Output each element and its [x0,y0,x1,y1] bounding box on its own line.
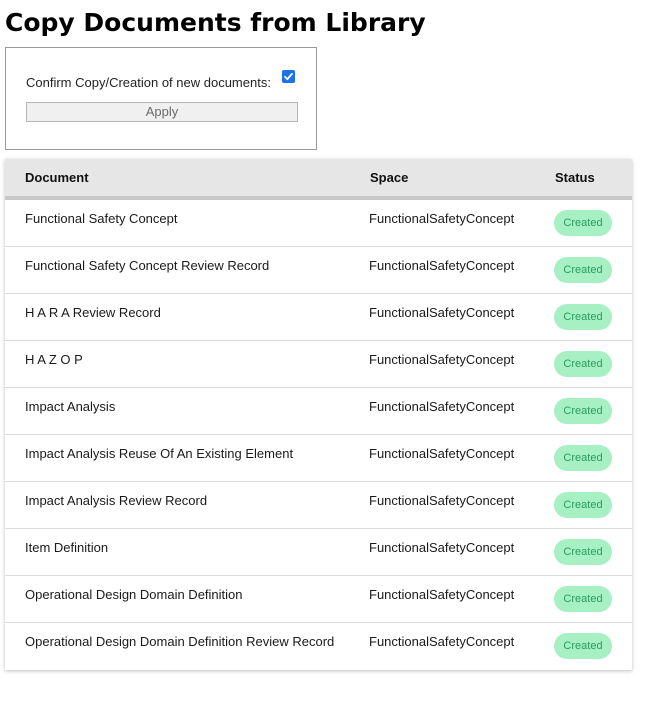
space-name: FunctionalSafetyConcept [369,352,515,367]
status-badge: Created [554,210,612,236]
status-badge: Created [554,445,612,471]
status-badge: Created [554,492,612,518]
document-name: Impact Analysis [25,399,116,414]
space-name: FunctionalSafetyConcept [369,399,515,414]
confirm-panel: Confirm Copy/Creation of new documents: … [5,47,317,150]
space-name: FunctionalSafetyConcept [369,493,515,508]
table-row[interactable]: Impact Analysis FunctionalSafetyConcept … [5,388,632,435]
space-name: FunctionalSafetyConcept [369,446,515,461]
space-name: FunctionalSafetyConcept [369,258,515,273]
table-body: Functional Safety Concept FunctionalSafe… [5,200,632,670]
status-badge: Created [554,304,612,330]
table-row[interactable]: Operational Design Domain Definition Rev… [5,623,632,670]
column-header-status[interactable]: Status [555,170,595,185]
document-name: H A R A Review Record [25,305,161,320]
page-title: Copy Documents from Library [5,8,426,37]
document-name: H A Z O P [25,352,83,367]
checkmark-icon [284,72,293,81]
document-name: Functional Safety Concept Review Record [25,258,270,273]
column-header-document[interactable]: Document [25,170,89,185]
space-name: FunctionalSafetyConcept [369,587,515,602]
space-name: FunctionalSafetyConcept [369,305,515,320]
status-badge: Created [554,586,612,612]
table-row[interactable]: Impact Analysis Reuse Of An Existing Ele… [5,435,632,482]
documents-table: Document Space Status Functional Safety … [5,159,632,670]
table-row[interactable]: Item Definition FunctionalSafetyConcept … [5,529,632,576]
status-badge: Created [554,257,612,283]
document-name: Impact Analysis Review Record [25,493,208,508]
confirm-checkbox[interactable] [282,70,295,83]
status-badge: Created [554,398,612,424]
table-row[interactable]: Impact Analysis Review Record Functional… [5,482,632,529]
confirm-label: Confirm Copy/Creation of new documents: [26,75,271,90]
status-badge: Created [554,539,612,565]
space-name: FunctionalSafetyConcept [369,634,515,649]
document-name: Operational Design Domain Definition Rev… [25,634,335,649]
table-row[interactable]: Functional Safety Concept FunctionalSafe… [5,200,632,247]
space-name: FunctionalSafetyConcept [369,540,515,555]
table-row[interactable]: Functional Safety Concept Review Record … [5,247,632,294]
document-name: Item Definition [25,540,109,555]
table-row[interactable]: Operational Design Domain Definition Fun… [5,576,632,623]
apply-button[interactable]: Apply [26,102,298,122]
status-badge: Created [554,351,612,377]
document-name: Impact Analysis Reuse Of An Existing Ele… [25,446,294,461]
document-name: Functional Safety Concept [25,211,178,226]
document-name: Operational Design Domain Definition [25,587,243,602]
table-row[interactable]: H A R A Review Record FunctionalSafetyCo… [5,294,632,341]
table-row[interactable]: H A Z O P FunctionalSafetyConcept Create… [5,341,632,388]
column-header-space[interactable]: Space [370,170,408,185]
status-badge: Created [554,633,612,659]
space-name: FunctionalSafetyConcept [369,211,515,226]
table-header: Document Space Status [5,159,632,200]
